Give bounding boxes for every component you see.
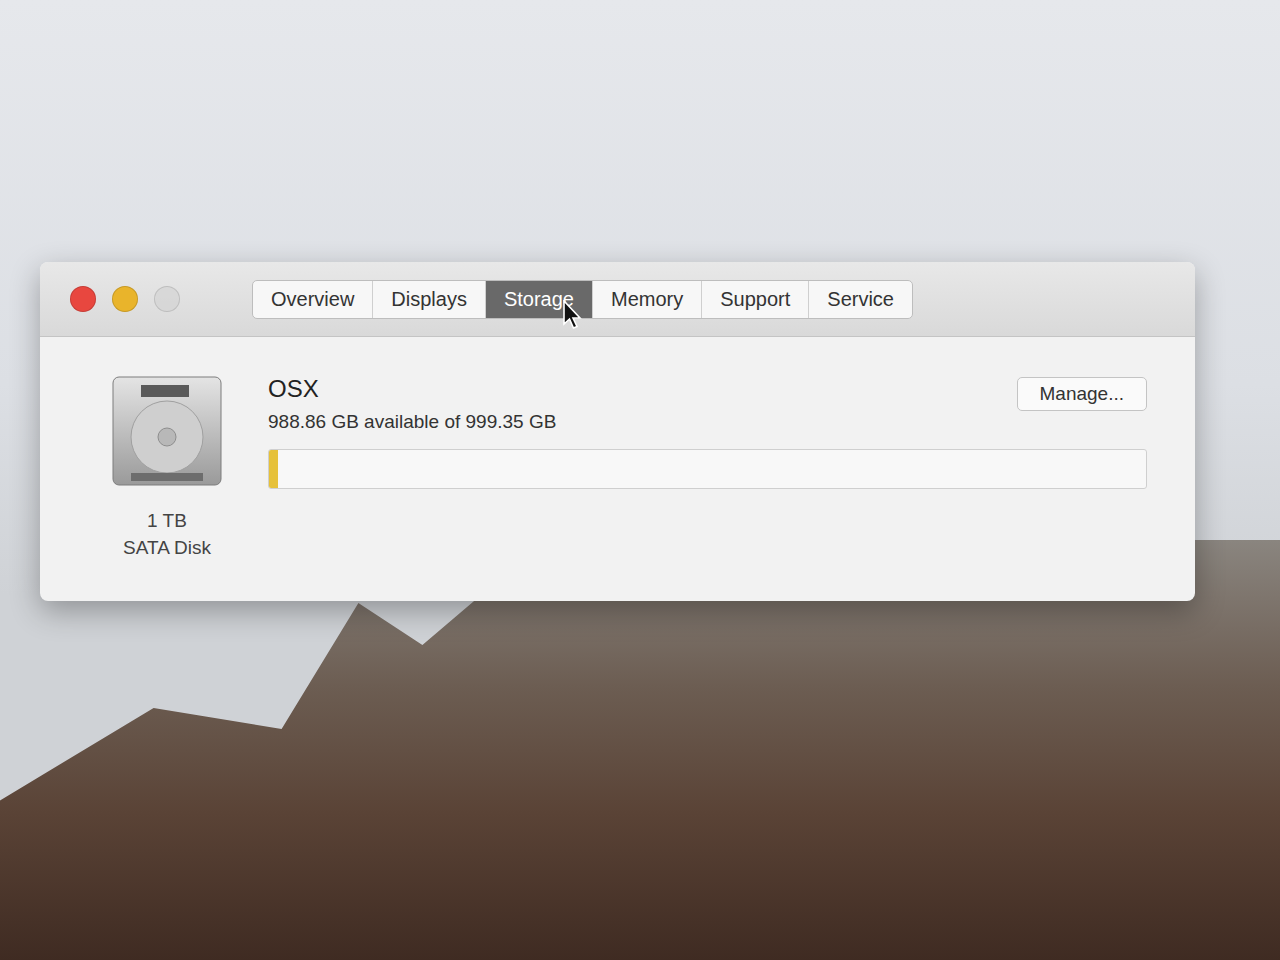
close-button[interactable] bbox=[70, 286, 96, 312]
storage-bar-fill bbox=[269, 450, 278, 488]
minimize-button[interactable] bbox=[112, 286, 138, 312]
manage-button[interactable]: Manage... bbox=[1017, 377, 1148, 411]
desktop: OverviewDisplaysStorageMemorySupportServ… bbox=[0, 0, 1280, 960]
tab[interactable]: Storage bbox=[486, 281, 593, 318]
tab[interactable]: Support bbox=[702, 281, 809, 318]
tab[interactable]: Displays bbox=[373, 281, 486, 318]
hard-drive-icon bbox=[111, 375, 223, 487]
volume-info: OSX 988.86 GB available of 999.35 GB Manag… bbox=[268, 375, 1147, 561]
zoom-button bbox=[154, 286, 180, 312]
tab[interactable]: Overview bbox=[253, 281, 373, 318]
volume-header: OSX 988.86 GB available of 999.35 GB Manag… bbox=[268, 375, 1147, 433]
tab-bar: OverviewDisplaysStorageMemorySupportServ… bbox=[252, 280, 913, 319]
drive: 1 TBSATA Disk bbox=[102, 375, 232, 561]
drive-capacity: 1 TB bbox=[147, 507, 187, 534]
storage-bar bbox=[268, 449, 1147, 489]
tab[interactable]: Memory bbox=[593, 281, 702, 318]
window-controls bbox=[40, 286, 180, 312]
tab[interactable]: Service bbox=[809, 281, 912, 318]
storage-panel: 1 TBSATA Disk OSX 988.86 GB available of 9… bbox=[40, 337, 1195, 601]
title-bar: OverviewDisplaysStorageMemorySupportServ… bbox=[40, 262, 1195, 337]
volume-name: OSX bbox=[268, 375, 556, 403]
volume-texts: OSX 988.86 GB available of 999.35 GB bbox=[268, 375, 556, 433]
volume-summary: 988.86 GB available of 999.35 GB bbox=[268, 411, 556, 433]
drive-type: SATA Disk bbox=[123, 534, 211, 561]
about-window: OverviewDisplaysStorageMemorySupportServ… bbox=[40, 262, 1195, 601]
pointer-cursor-icon bbox=[563, 300, 583, 330]
